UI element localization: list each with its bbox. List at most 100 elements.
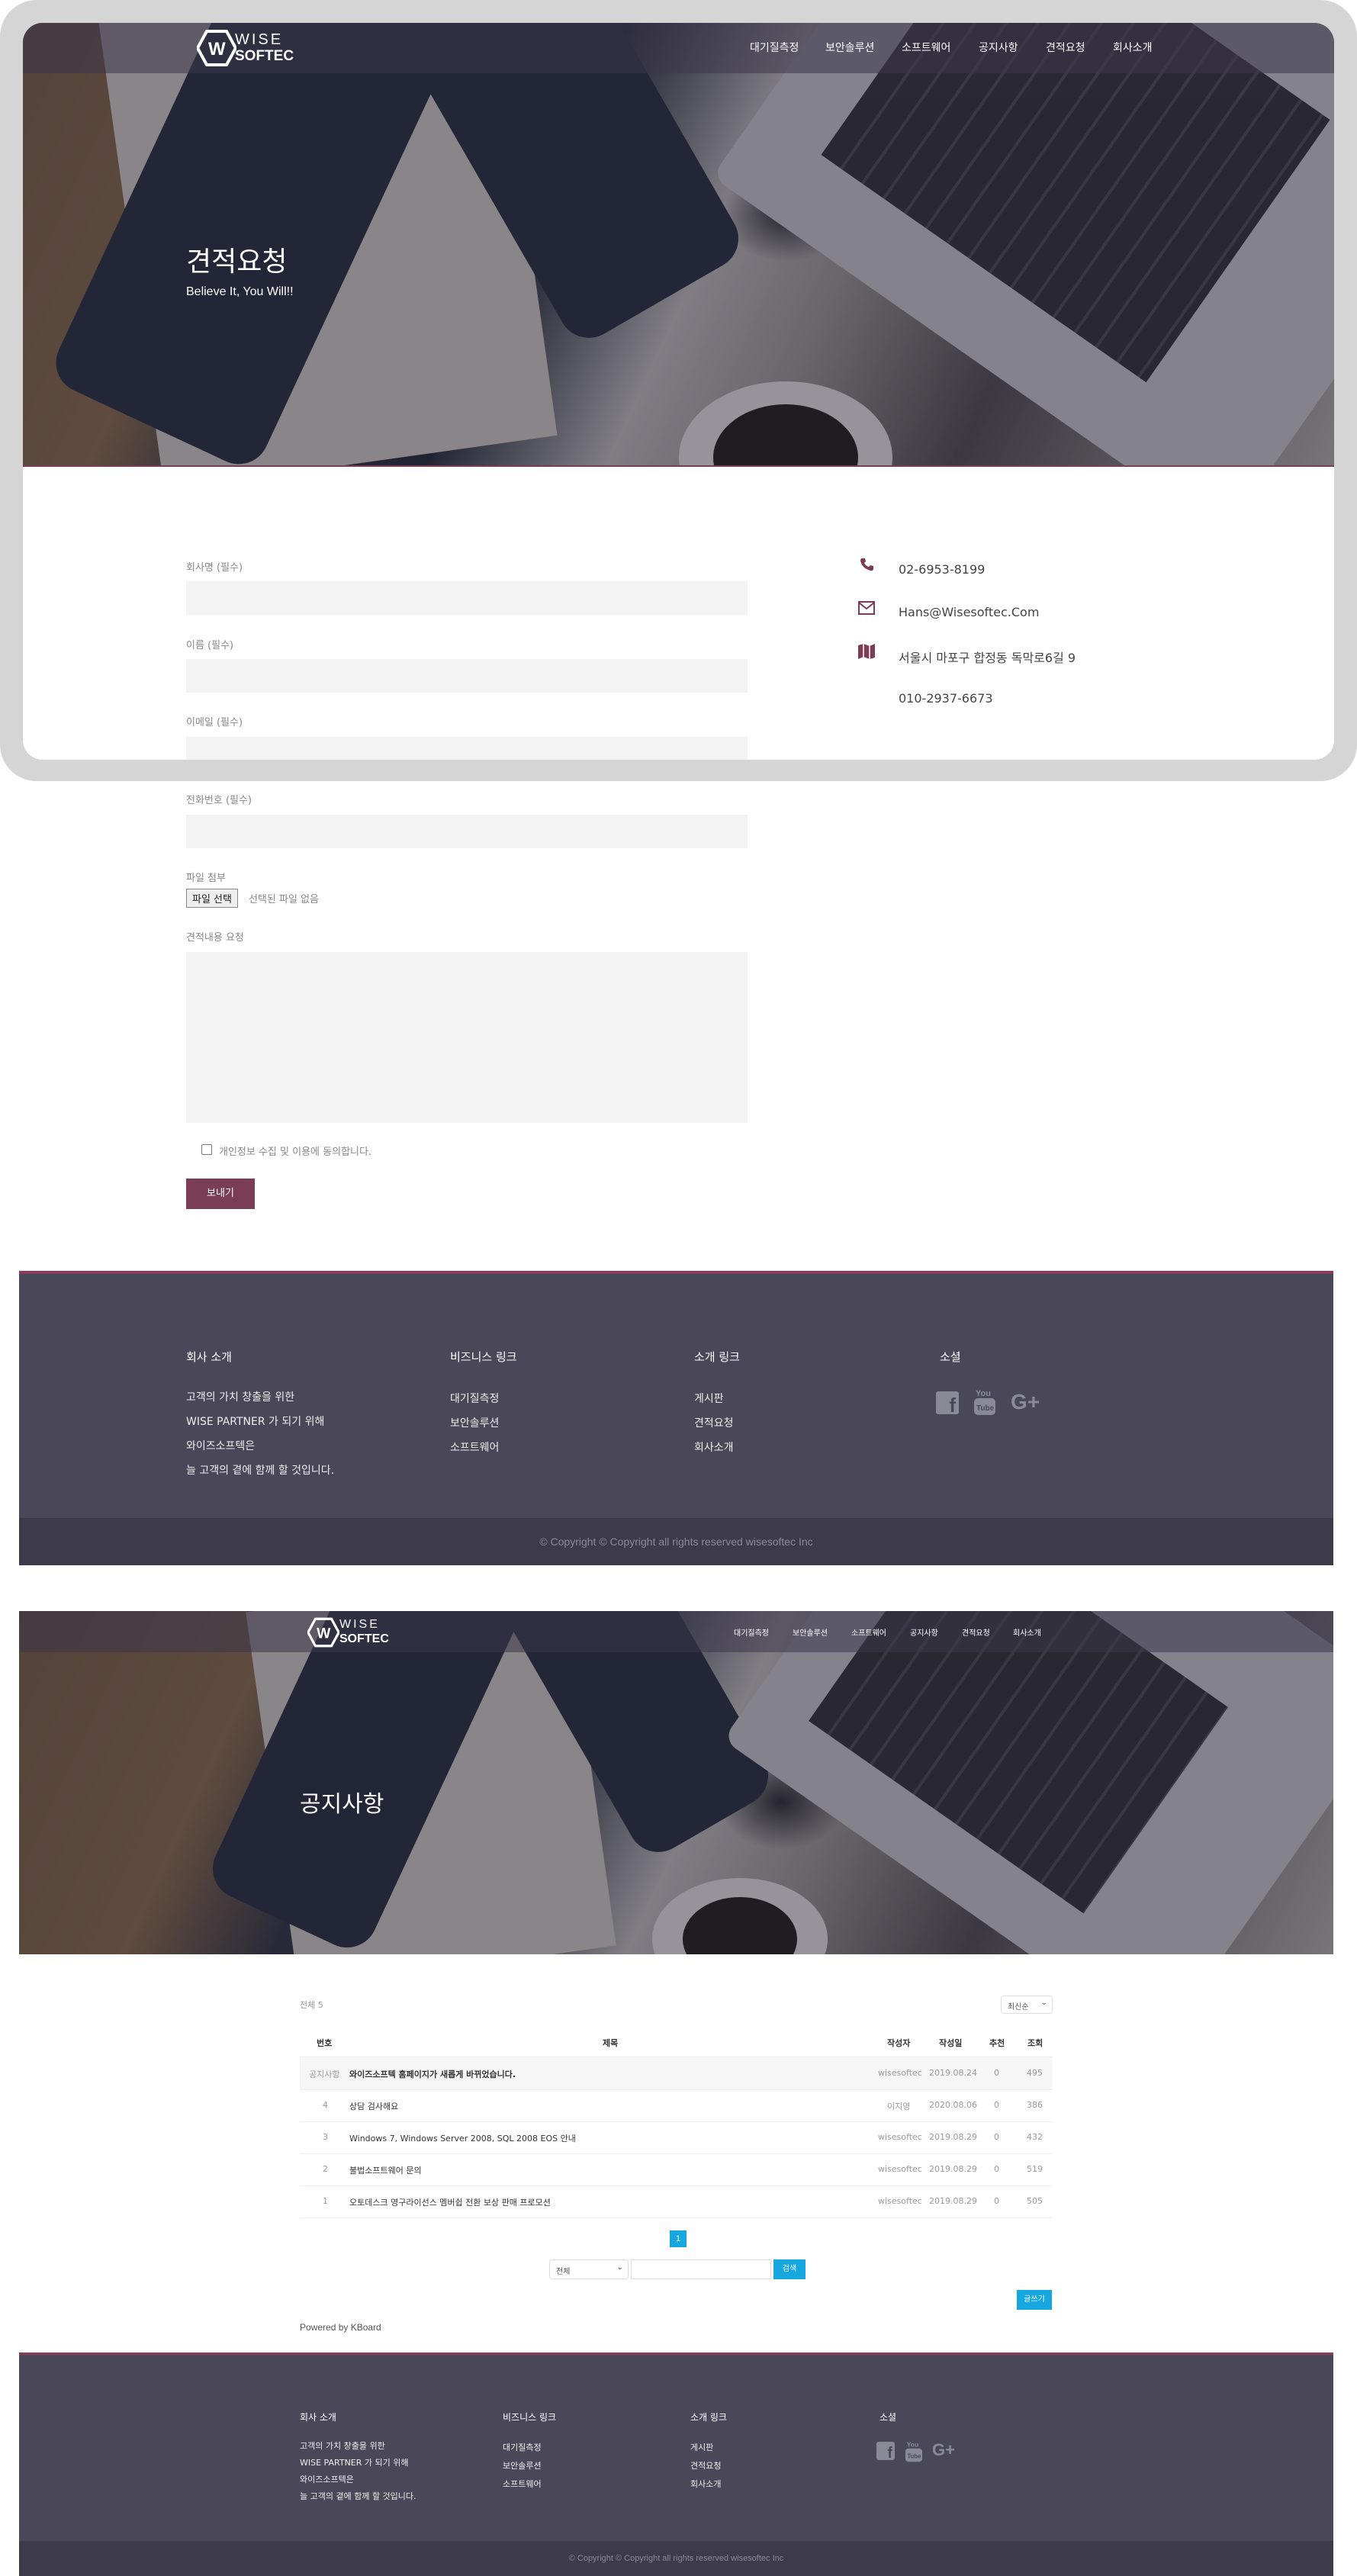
notice-nav-security[interactable]: 보안솔루션 (793, 1626, 828, 1638)
name-input[interactable] (186, 659, 748, 693)
phone-label: 전화번호 (필수) (186, 795, 252, 806)
email-input[interactable] (186, 737, 748, 760)
company-input[interactable] (186, 581, 748, 615)
notice-nav-software[interactable]: 소프트웨어 (851, 1626, 886, 1638)
logo-icon: W (197, 30, 236, 66)
svg-text:Tube: Tube (907, 2452, 921, 2459)
row-title[interactable]: Windows 7, Windows Server 2008, SQL 2008… (349, 2132, 576, 2144)
notice-nav-about[interactable]: 회사소개 (1013, 1626, 1041, 1638)
col-title: 제목 (603, 2038, 619, 2048)
notice-footer-business-title: 비즈니스 링크 (503, 2412, 557, 2423)
contact-address: 서울시 마포구 합정동 독막로6길 9 (899, 651, 1076, 665)
row-date: 2019.08.29 (929, 2164, 977, 2174)
footer-business-title: 비즈니스 링크 (450, 1350, 517, 1364)
nav-item-software[interactable]: 소프트웨어 (902, 40, 950, 55)
youtube-icon[interactable]: You Tube (905, 2439, 923, 2462)
footer-link-software[interactable]: 소프트웨어 (450, 1436, 499, 1460)
google-plus-icon[interactable]: G+ (1011, 1390, 1040, 1414)
notice-footer-link-board[interactable]: 게시판 (690, 2439, 713, 2456)
name-label: 이름 (필수) (186, 640, 234, 651)
notice-footer-about-title: 회사 소개 (300, 2412, 336, 2423)
notice-nav-air-quality[interactable]: 대기질측정 (734, 1626, 769, 1638)
sort-select-value: 최신순 (1008, 2003, 1029, 2012)
nav-item-notice[interactable]: 공지사항 (979, 40, 1018, 55)
row-date: 2019.08.29 (929, 2132, 977, 2142)
submit-button[interactable]: 보내기 (186, 1179, 255, 1209)
facebook-icon[interactable]: f (936, 1391, 959, 1417)
notice-footer-link-about[interactable]: 회사소개 (690, 2476, 721, 2493)
col-likes: 추천 (989, 2038, 1005, 2048)
footer-link-board[interactable]: 게시판 (694, 1387, 724, 1411)
contact-email: Hans@Wisesoftec.Com (899, 605, 1040, 619)
footer-about-title: 회사 소개 (186, 1350, 232, 1364)
notice-footer-link-air[interactable]: 대기질측정 (503, 2439, 542, 2456)
footer-social-title: 소셜 (940, 1350, 961, 1364)
row-date: 2019.08.29 (929, 2196, 977, 2206)
table-row[interactable]: 4 상담 검사해요 이지영 2020.08.06 0 386 (300, 2089, 1052, 2122)
notice-top-navbar (19, 1611, 1333, 1652)
powered-by[interactable]: Powered by KBoard (300, 2322, 381, 2333)
notice-nav-notice[interactable]: 공지사항 (910, 1626, 938, 1638)
row-title[interactable]: 와이즈소프텍 홈페이지가 새롭게 바뀌었습니다. (349, 2068, 516, 2080)
footer-about-line-2: WISE PARTNER 가 되기 위해 (186, 1416, 325, 1428)
search-input[interactable] (631, 2259, 771, 2279)
request-textarea[interactable] (186, 952, 748, 1123)
table-row[interactable]: 2 불법소프트웨어 문의 wisesoftec 2019.08.29 0 519 (300, 2153, 1052, 2186)
consent-checkbox[interactable] (201, 1144, 212, 1155)
phone-input[interactable] (186, 815, 748, 848)
col-views: 조회 (1027, 2038, 1043, 2048)
search-field-select[interactable]: 전체 ⌄ (549, 2259, 629, 2279)
notice-hero-banner (19, 1611, 1333, 1954)
notice-footer-link-security[interactable]: 보안솔루션 (503, 2458, 542, 2475)
notice-logo[interactable]: W WISE SOFTEC (307, 1616, 391, 1649)
col-date: 작성일 (939, 2038, 963, 2048)
footer-link-security[interactable]: 보안솔루션 (450, 1411, 499, 1436)
footer-link-quote[interactable]: 견적요청 (694, 1411, 734, 1436)
facebook-icon[interactable]: f (876, 2442, 895, 2462)
file-button[interactable]: 파일 선택 (186, 889, 238, 908)
nav-item-air-quality[interactable]: 대기질측정 (750, 40, 799, 55)
row-number: 2 (323, 2164, 328, 2174)
pagination-current[interactable]: 1 (670, 2230, 687, 2247)
row-likes: 0 (994, 2164, 999, 2174)
logo-text-bottom: SOFTEC (235, 48, 294, 64)
nav-item-quote[interactable]: 견적요청 (1046, 40, 1085, 55)
table-row[interactable]: 1 오토데스크 영구라이선스 멤버쉽 전환 보상 판매 프로모션 wisesof… (300, 2185, 1052, 2218)
footer-link-about[interactable]: 회사소개 (694, 1436, 734, 1460)
footer-link-air[interactable]: 대기질측정 (450, 1387, 499, 1411)
table-header: 번호 제목 작성자 작성일 추천 조회 (300, 2029, 1052, 2057)
col-number: 번호 (317, 2038, 333, 2048)
row-author: wisesoftec (878, 2132, 922, 2142)
footer-about-line-4: 늘 고객의 곁에 함께 할 것입니다. (186, 1465, 335, 1477)
svg-text:W: W (208, 39, 226, 59)
row-number: 3 (323, 2132, 328, 2142)
notice-footer (19, 2355, 1333, 2541)
table-row[interactable]: 공지사항 와이즈소프텍 홈페이지가 새롭게 바뀌었습니다. wisesoftec… (300, 2057, 1052, 2090)
google-plus-icon[interactable]: G+ (932, 2440, 955, 2460)
notice-footer-link-software[interactable]: 소프트웨어 (503, 2476, 542, 2493)
table-row[interactable]: 3 Windows 7, Windows Server 2008, SQL 20… (300, 2121, 1052, 2154)
row-views: 386 (1027, 2100, 1043, 2110)
svg-text:You: You (976, 1389, 991, 1398)
row-title[interactable]: 상담 검사해요 (349, 2100, 398, 2112)
row-title[interactable]: 오토데스크 영구라이선스 멤버쉽 전환 보상 판매 프로모션 (349, 2196, 551, 2208)
nav-item-security[interactable]: 보안솔루션 (825, 40, 874, 55)
consent-label: 개인정보 수집 및 이용에 동의합니다. (219, 1146, 372, 1158)
row-title[interactable]: 불법소프트웨어 문의 (349, 2164, 422, 2176)
notice-logo-icon: W (307, 1617, 339, 1648)
sort-select[interactable]: 최신순 ⌄ (1001, 1996, 1053, 2014)
notice-footer-about-line-4: 늘 고객의 곁에 함께 할 것입니다. (300, 2491, 416, 2501)
youtube-icon[interactable]: You Tube (973, 1387, 996, 1416)
notice-footer-link-quote[interactable]: 견적요청 (690, 2458, 721, 2475)
search-button[interactable]: 검색 (773, 2259, 806, 2279)
notice-nav-quote[interactable]: 견적요청 (962, 1626, 990, 1638)
footer-copyright: © Copyright © Copyright all rights reser… (539, 1536, 813, 1548)
row-views: 432 (1027, 2132, 1043, 2142)
row-likes: 0 (994, 2196, 999, 2206)
search-field-select-value: 전체 (556, 2268, 571, 2276)
logo[interactable]: W WISE SOFTEC (197, 28, 296, 68)
write-button[interactable]: 글쓰기 (1017, 2290, 1052, 2310)
col-author: 작성자 (887, 2038, 911, 2048)
nav-item-about[interactable]: 회사소개 (1113, 40, 1153, 55)
hero-subtitle: Believe It, You Will!! (186, 285, 294, 298)
